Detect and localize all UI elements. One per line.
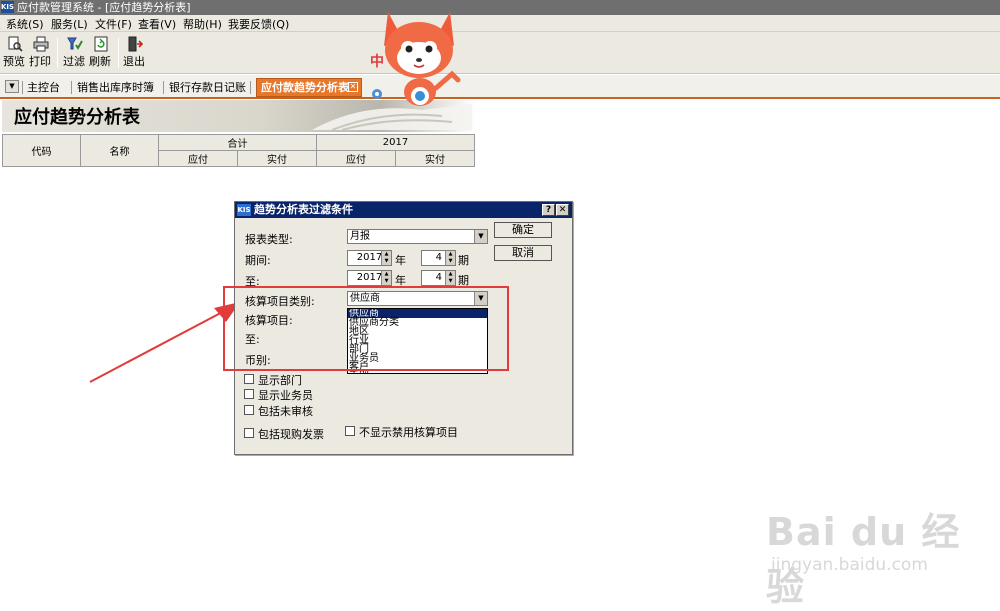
column-header-total-due[interactable]: 应付 bbox=[158, 150, 238, 167]
preview-button[interactable]: 预览 bbox=[3, 36, 27, 68]
spin-arrows-icon[interactable]: ▲ ▼ bbox=[445, 271, 455, 285]
menu-file[interactable]: 文件(F) bbox=[95, 16, 132, 32]
filter-button[interactable]: 过滤 bbox=[63, 36, 87, 68]
dropdown-option[interactable]: 币别 bbox=[348, 372, 487, 374]
watermark-url: jingyan.baidu.com bbox=[771, 555, 928, 575]
report-type-label: 报表类型: bbox=[245, 233, 293, 246]
column-header-2017-due[interactable]: 应付 bbox=[316, 150, 396, 167]
column-header-total-paid[interactable]: 实付 bbox=[237, 150, 317, 167]
column-group-2017: 2017 bbox=[316, 134, 475, 151]
column-header-name[interactable]: 名称 bbox=[80, 134, 159, 167]
tab-payable-trend[interactable]: 应付款趋势分析表 ✕ bbox=[256, 78, 362, 97]
show-department-checkbox[interactable] bbox=[244, 374, 254, 384]
period-from-stepper[interactable]: 4 ▲ ▼ bbox=[421, 250, 456, 266]
menu-view[interactable]: 查看(V) bbox=[138, 16, 176, 32]
report-type-select[interactable]: 月报 ▼ bbox=[347, 229, 488, 244]
report-table: 代码 名称 合计 2017 应付 实付 应付 实付 bbox=[2, 134, 475, 167]
period-from-year-stepper[interactable]: 2017 ▲ ▼ bbox=[347, 250, 392, 266]
column-header-2017-paid[interactable]: 实付 bbox=[395, 150, 475, 167]
printer-icon bbox=[33, 36, 49, 52]
menu-service[interactable]: 服务(L) bbox=[51, 16, 88, 32]
menu-feedback[interactable]: 我要反馈(Q) bbox=[228, 16, 289, 32]
tab-main-console[interactable]: 主控台 bbox=[27, 79, 60, 95]
period-to-stepper[interactable]: 4 ▲ ▼ bbox=[421, 270, 456, 286]
exit-button[interactable]: 退出 bbox=[123, 36, 147, 68]
exit-door-icon bbox=[128, 36, 143, 52]
report-title: 应付趋势分析表 bbox=[14, 107, 140, 128]
tab-sales-outbound[interactable]: 销售出库序时簿 bbox=[77, 79, 154, 95]
menu-system[interactable]: 系统(S) bbox=[6, 16, 44, 32]
annotation-highlight-box bbox=[223, 286, 509, 371]
spin-arrows-icon[interactable]: ▲ ▼ bbox=[381, 251, 391, 265]
close-button[interactable]: ✕ bbox=[556, 204, 569, 216]
refresh-icon bbox=[94, 36, 108, 52]
tab-close-icon[interactable]: ✕ bbox=[348, 82, 358, 92]
baidu-watermark: Bai du 经验 jingyan.baidu.com bbox=[766, 495, 996, 609]
chevron-down-icon[interactable]: ▼ bbox=[474, 230, 487, 243]
menu-help[interactable]: 帮助(H) bbox=[183, 16, 222, 32]
spin-arrows-icon[interactable]: ▲ ▼ bbox=[381, 271, 391, 285]
app-logo-icon: KIS bbox=[1, 1, 15, 13]
dialog-title: 趋势分析表过滤条件 bbox=[254, 203, 353, 216]
column-group-total: 合计 bbox=[158, 134, 317, 151]
print-button[interactable]: 打印 bbox=[29, 36, 53, 68]
tab-list-dropdown-icon[interactable]: ▼ bbox=[5, 80, 19, 93]
mascot-char: 中 bbox=[370, 53, 384, 70]
menu-bar: 系统(S) 服务(L) 文件(F) 查看(V) 帮助(H) 我要反馈(Q) bbox=[0, 15, 1000, 32]
column-header-code[interactable]: 代码 bbox=[2, 134, 81, 167]
dialog-title-bar[interactable]: KIS 趋势分析表过滤条件 ? ✕ bbox=[235, 202, 572, 218]
include-unaudited-checkbox[interactable] bbox=[244, 405, 254, 415]
preview-icon bbox=[8, 36, 23, 52]
refresh-button[interactable]: 刷新 bbox=[89, 36, 113, 68]
filter-icon bbox=[67, 37, 83, 50]
include-cash-purchase-invoice-checkbox[interactable] bbox=[244, 428, 254, 438]
spin-arrows-icon[interactable]: ▲ ▼ bbox=[445, 251, 455, 265]
period-label: 期间: bbox=[245, 254, 271, 267]
fox-mascot-icon: 中 bbox=[370, 12, 461, 106]
show-salesperson-checkbox[interactable] bbox=[244, 389, 254, 399]
tab-bar: ▼ 主控台 销售出库序时簿 银行存款日记账 应付款趋势分析表 ✕ bbox=[0, 75, 1000, 99]
toolbar: 预览 打印 过滤 刷新 退出 bbox=[0, 32, 1000, 74]
title-bar: KIS 应付款管理系统 - [应付趋势分析表] bbox=[0, 0, 1000, 15]
period-to-year-stepper[interactable]: 2017 ▲ ▼ bbox=[347, 270, 392, 286]
dialog-logo-icon: KIS bbox=[237, 204, 251, 216]
hide-disabled-items-checkbox[interactable] bbox=[345, 426, 355, 436]
ok-button[interactable]: 确定 bbox=[494, 222, 552, 238]
help-button[interactable]: ? bbox=[542, 204, 555, 216]
cancel-button[interactable]: 取消 bbox=[494, 245, 552, 261]
tab-bank-journal[interactable]: 银行存款日记账 bbox=[169, 79, 246, 95]
window-title: 应付款管理系统 - [应付趋势分析表] bbox=[17, 1, 191, 14]
